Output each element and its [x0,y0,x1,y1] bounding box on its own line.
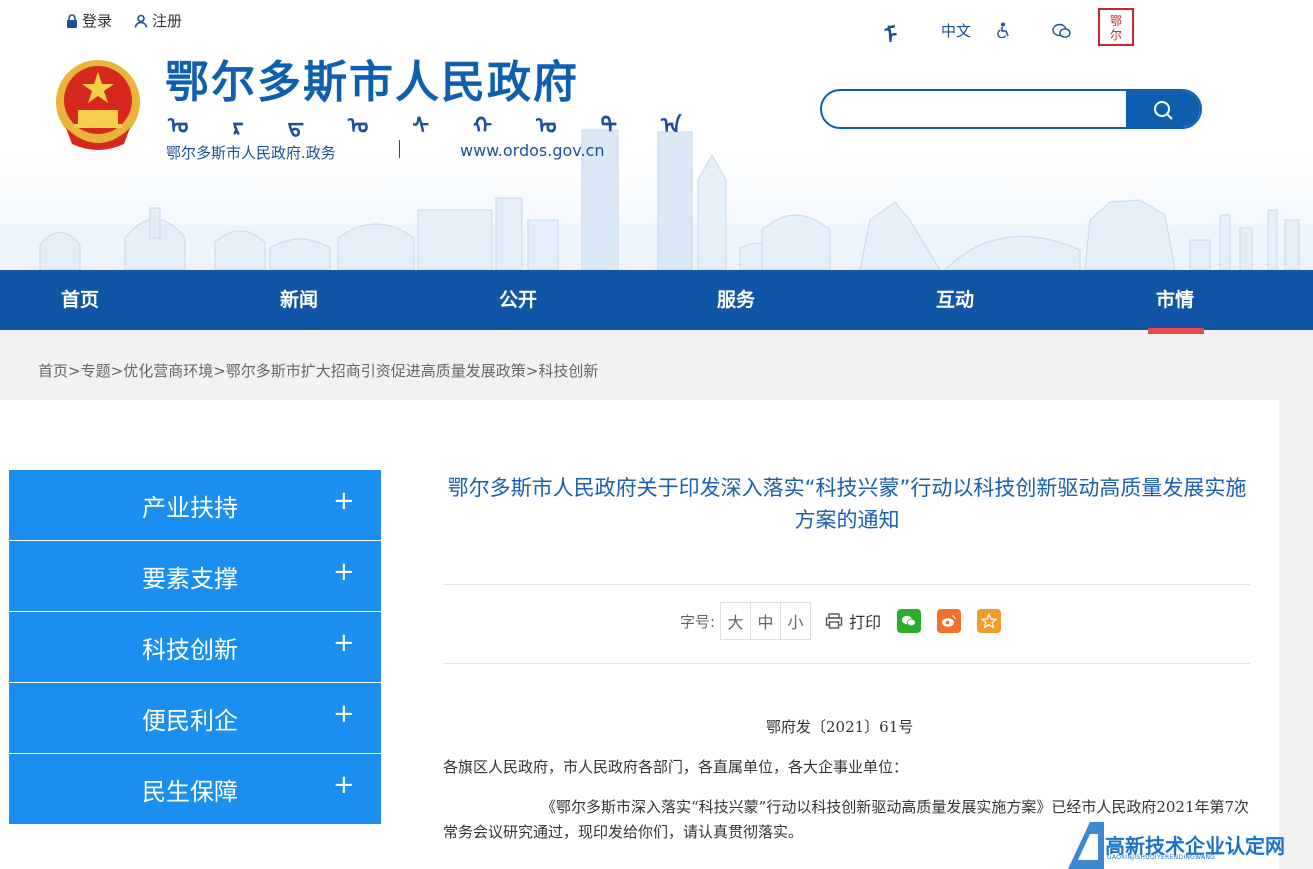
nav-item-service[interactable]: 服务 [676,270,796,330]
article-title: 鄂尔多斯市人民政府关于印发深入落实“科技兴蒙”行动以科技创新驱动高质量发展实施方… [447,476,1247,532]
ordos-seal-icon[interactable]: 鄂尔 [1098,8,1134,46]
nav-item-home[interactable]: 首页 [20,270,140,330]
sidebar-item-label: 要素支撑 [142,565,238,593]
nav-item-city-info[interactable]: 市情 [1115,270,1235,330]
weibo-share-icon[interactable] [937,609,962,633]
sidebar-item-factor-support[interactable]: 要素支撑 + [9,541,381,611]
breadcrumb-policy[interactable]: 鄂尔多斯市扩大招商引资促进高质量发展政策 [226,362,526,380]
document-number: 鄂府发〔2021〕61号 [766,718,914,736]
mongolian-language-link[interactable]: ᠮ [884,12,897,50]
expand-icon[interactable]: + [333,770,355,800]
expand-icon[interactable]: + [333,557,355,587]
recipients: 各旗区人民政府，市人民政府各部门，各直属单位，各大企事业单位： [443,758,909,776]
sidebar-item-label: 科技创新 [142,636,238,664]
sidebar-item-label: 产业扶持 [142,494,238,522]
nav-item-public[interactable]: 公开 [458,270,578,330]
national-emblem-logo [56,60,140,150]
expand-icon[interactable]: + [333,486,355,516]
expand-icon[interactable]: + [333,699,355,729]
expand-icon[interactable]: + [333,628,355,658]
site-title: 鄂尔多斯市人民政府 [165,57,579,108]
mongolian-glyph: ᠬ [473,114,493,139]
breadcrumb-current[interactable]: 科技创新 [538,362,598,380]
search-button[interactable] [1126,91,1200,127]
breadcrumb-separator: > [525,362,539,380]
sidebar-item-tech-innovation[interactable]: 科技创新 + [9,612,381,682]
watermark-subtext: GAOXINJISHUQIYERENDINGWANG [1107,854,1216,861]
article-toolbar: 字号: 大 中 小 打印 [680,602,1002,640]
nav-active-indicator [1148,328,1204,334]
search-icon [1154,101,1173,120]
search-input[interactable] [836,97,1130,123]
sidebar-item-label: 民生保障 [142,778,238,806]
breadcrumb-business-env[interactable]: 优化营商环境 [123,362,213,380]
breadcrumb-separator: > [213,362,226,380]
site-subtitle: 鄂尔多斯市人民政府.政务 [166,144,336,162]
printer-icon [825,613,843,629]
divider [443,584,1250,585]
login-link[interactable]: 登录 [66,10,112,31]
font-size-selector: 大 中 小 [720,602,812,640]
print-button[interactable]: 打印 [825,609,881,633]
font-size-label: 字号: [680,612,716,631]
register-label: 注册 [152,12,183,30]
breadcrumb-separator: > [68,362,81,380]
font-size-small-button[interactable]: 小 [780,602,812,640]
divider [399,140,400,158]
accessibility-icon[interactable] [996,22,1012,38]
divider [443,663,1250,664]
sidebar: 产业扶持 + 要素支撑 + 科技创新 + 便民利企 + 民生保障 + [9,470,381,825]
breadcrumb: 首页>专题>优化营商环境>鄂尔多斯市扩大招商引资促进高质量发展政策>科技创新 [38,360,598,381]
site-url: www.ordos.gov.cn [460,141,605,160]
mongolian-glyph: ᠣ [536,114,557,139]
mongolian-glyph: ᠣ [168,114,189,139]
svg-text:尔: 尔 [1110,27,1122,42]
main-nav: 首页 新闻 公开 服务 互动 市情 [0,270,1313,330]
sidebar-item-convenience[interactable]: 便民利企 + [9,683,381,753]
mongolian-glyph: ᠷ [232,114,244,139]
breadcrumb-topics[interactable]: 专题 [81,362,111,380]
search-box [820,89,1202,129]
register-link[interactable]: 注册 [134,10,182,31]
font-size-medium-button[interactable]: 中 [750,602,782,640]
top-links: 登录 注册 [66,10,182,31]
sidebar-item-label: 便民利企 [142,707,238,735]
sidebar-item-industry-support[interactable]: 产业扶持 + [9,470,381,540]
print-label: 打印 [849,613,882,632]
font-size-large-button[interactable]: 大 [720,602,752,640]
lock-icon [67,13,77,28]
wechat-share-icon[interactable] [897,609,922,633]
user-icon [134,14,148,28]
mongolian-glyph: ᠰ [412,114,430,139]
mongolian-glyph: ᠣ [347,114,369,139]
sidebar-item-livelihood[interactable]: 民生保障 + [9,754,381,824]
nav-item-interact[interactable]: 互动 [895,270,1015,330]
mongolian-title: ᠣ ᠷ ᠳ ᠣ ᠰ ᠬ ᠣ ᠲ ᠠ [168,102,681,140]
login-label: 登录 [82,12,113,30]
favorite-icon[interactable] [977,609,1002,633]
breadcrumb-home[interactable]: 首页 [38,362,68,380]
breadcrumb-separator: > [110,362,124,380]
mongolian-glyph: ᠳ [287,114,304,139]
svg-text:鄂: 鄂 [1110,14,1122,28]
mongolian-glyph: ᠠ [660,114,682,139]
wechat-icon[interactable] [1052,23,1072,39]
mongolian-glyph: ᠲ [600,114,617,139]
site-header: 登录 注册 鄂尔多斯市人民政府 ᠣ ᠷ ᠳ ᠣ ᠰ ᠬ ᠣ ᠲ ᠠ 鄂尔多斯市人… [0,0,1313,270]
nav-item-news[interactable]: 新闻 [239,270,359,330]
chinese-language-link[interactable]: 中文 [941,20,971,41]
